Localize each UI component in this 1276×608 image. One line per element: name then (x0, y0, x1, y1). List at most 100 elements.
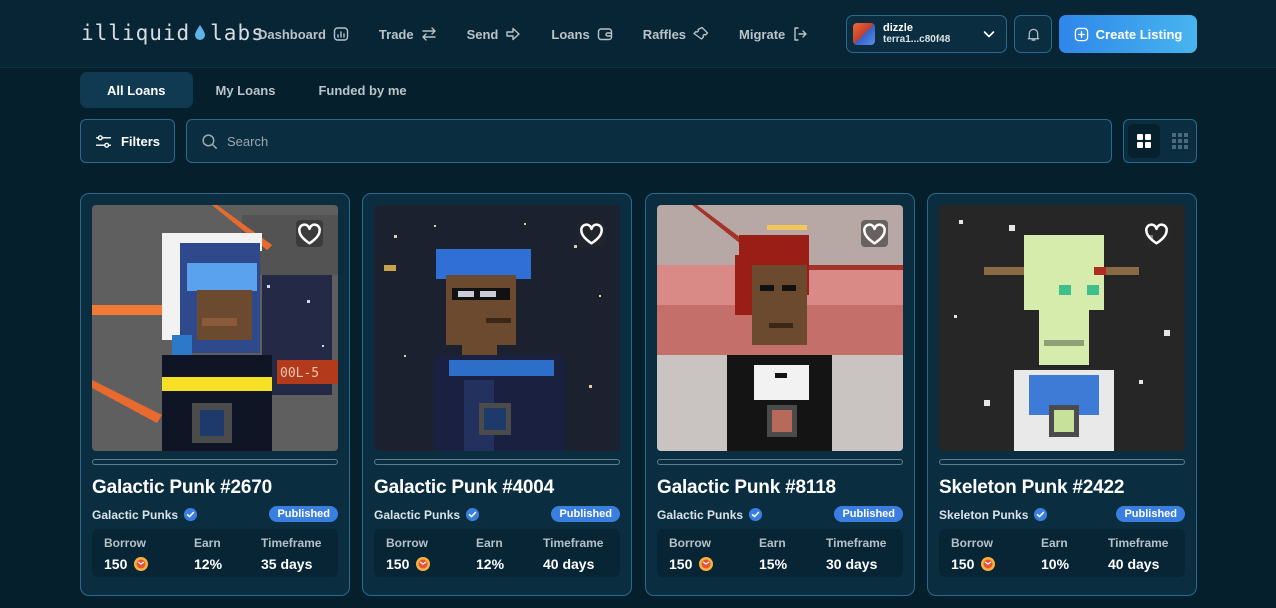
collection-name[interactable]: Galactic Punks (374, 507, 480, 522)
swap-icon (421, 27, 436, 41)
tab-my-loans[interactable]: My Loans (193, 72, 293, 108)
nft-image[interactable] (374, 205, 620, 451)
main-nav: Dashboard Trade Send Loans Raffles Migra… (258, 22, 838, 46)
collection-label: Skeleton Punks (939, 507, 1029, 522)
bell-icon (1027, 28, 1039, 41)
earn-label: Earn (759, 536, 786, 550)
borrow-label: Borrow (386, 536, 428, 550)
nav-item-migrate[interactable]: Migrate (739, 26, 808, 42)
borrow-value: 150 (386, 556, 431, 572)
loan-card[interactable]: Galactic Punk #4004 Galactic Punks Publi… (362, 193, 632, 596)
nav-item-trade[interactable]: Trade (379, 26, 437, 42)
loan-stats: Borrow Earn Timeframe 150 12% 40 days (374, 529, 620, 577)
nav-item-raffles[interactable]: Raffles (643, 26, 709, 42)
wallet-name: dizzle (883, 22, 913, 34)
status-badge: Published (551, 506, 620, 522)
borrow-value: 150 (951, 556, 996, 572)
token-icon (134, 557, 149, 571)
loan-card[interactable]: Galactic Punk #8118 Galactic Punks Publi… (645, 193, 915, 596)
small-grid-view-button[interactable] (1164, 124, 1196, 158)
loan-card[interactable]: Skeleton Punk #2422 Skeleton Punks Publi… (927, 193, 1197, 596)
nav-label: Send (466, 26, 499, 42)
create-listing-label: Create Listing (1095, 26, 1183, 42)
droplet-icon (195, 21, 206, 45)
verified-icon (183, 507, 198, 522)
nft-title[interactable]: Galactic Punk #2670 (92, 477, 272, 499)
nav-label: Migrate (739, 26, 786, 42)
logo-text-left: illiquid (81, 21, 191, 45)
grid-large-icon (1137, 134, 1151, 148)
nav-label: Trade (378, 26, 414, 42)
nft-image[interactable] (657, 205, 903, 451)
borrow-value: 150 (104, 556, 149, 572)
borrow-amount: 150 (386, 556, 410, 572)
token-icon (981, 557, 996, 571)
logo-text-right: labs (210, 21, 265, 45)
chevron-down-icon (983, 31, 995, 38)
earn-label: Earn (194, 536, 221, 550)
timeframe-value: 40 days (1108, 556, 1160, 572)
nft-title[interactable]: Skeleton Punk #2422 (939, 477, 1124, 499)
earn-value: 10% (1041, 556, 1070, 572)
favorite-button[interactable] (578, 220, 605, 247)
nft-title[interactable]: Galactic Punk #4004 (374, 477, 554, 499)
nav-label: Loans (551, 26, 590, 42)
progress-bar (92, 459, 338, 465)
favorite-button[interactable] (861, 220, 888, 247)
create-listing-button[interactable]: Create Listing (1059, 15, 1197, 53)
earn-label: Earn (1041, 536, 1068, 550)
notifications-button[interactable] (1014, 15, 1052, 53)
nav-item-dashboard[interactable]: Dashboard (258, 26, 349, 42)
collection-name[interactable]: Skeleton Punks (939, 507, 1048, 522)
heart-icon (1145, 222, 1168, 245)
nft-image[interactable] (939, 205, 1185, 451)
timeframe-value: 40 days (543, 556, 595, 572)
earn-value: 12% (476, 556, 505, 572)
borrow-label: Borrow (669, 536, 711, 550)
borrow-amount: 150 (951, 556, 975, 572)
tab-all-loans[interactable]: All Loans (80, 72, 193, 108)
earn-value: 12% (194, 556, 223, 572)
nft-image[interactable]: 00L-5 (92, 205, 338, 451)
progress-bar (939, 459, 1185, 465)
collection-name[interactable]: Galactic Punks (92, 507, 198, 522)
filters-button[interactable]: Filters (80, 119, 175, 163)
search-input[interactable] (227, 133, 1107, 149)
nav-item-loans[interactable]: Loans (551, 26, 612, 42)
nav-item-send[interactable]: Send (467, 26, 522, 42)
collection-name[interactable]: Galactic Punks (657, 507, 763, 522)
wallet-icon (597, 28, 612, 41)
search-icon (202, 133, 217, 149)
view-toggle (1123, 119, 1197, 163)
borrow-label: Borrow (951, 536, 993, 550)
timeframe-label: Timeframe (543, 536, 604, 550)
timeframe-label: Timeframe (826, 536, 887, 550)
search-bar (186, 119, 1112, 163)
collection-label: Galactic Punks (657, 507, 744, 522)
progress-bar (657, 459, 903, 465)
verified-icon (1034, 507, 1048, 522)
app-logo[interactable]: illiquid labs (81, 19, 265, 47)
grid-small-icon (1172, 133, 1188, 149)
verified-icon (748, 507, 763, 522)
heart-icon (298, 222, 321, 245)
large-grid-view-button[interactable] (1128, 124, 1160, 158)
loan-stats: Borrow Earn Timeframe 150 15% 30 days (657, 529, 903, 577)
wallet-dropdown[interactable]: dizzle terra1...c80f48 (846, 15, 1007, 53)
verified-icon (465, 507, 480, 522)
plus-square-icon (1074, 27, 1088, 41)
filters-label: Filters (120, 133, 160, 149)
loan-card[interactable]: 00L-5 Galactic Punk #2670 Galactic Punks… (80, 193, 350, 596)
heart-icon (580, 222, 603, 245)
favorite-button[interactable] (296, 220, 323, 247)
nft-title[interactable]: Galactic Punk #8118 (657, 477, 836, 499)
wallet-info: dizzle terra1...c80f48 (883, 22, 950, 46)
progress-bar (374, 459, 620, 465)
borrow-amount: 150 (669, 556, 693, 572)
tab-funded-by-me[interactable]: Funded by me (292, 72, 432, 108)
token-icon (416, 557, 431, 571)
timeframe-label: Timeframe (261, 536, 322, 550)
earn-value: 15% (759, 556, 788, 572)
timeframe-value: 35 days (261, 556, 313, 572)
favorite-button[interactable] (1143, 220, 1170, 247)
